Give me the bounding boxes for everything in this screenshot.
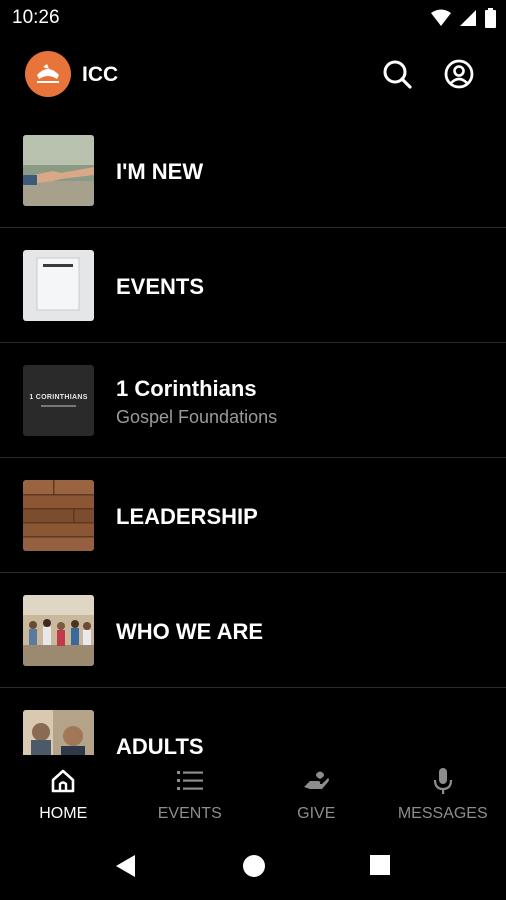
list-icon [176,771,203,790]
corinthians-thumbnail: 1 CORINTHIANS [23,365,94,436]
battery-icon [485,8,496,28]
tab-messages-label: MESSAGES [397,805,488,822]
item-subtitle: Gospel Foundations [116,407,278,427]
status-bar: 10:26 [0,0,506,36]
app-header: ICC [0,48,506,102]
item-title: LEADERSHIP [116,504,258,529]
search-icon [383,60,412,89]
system-navigation-bar [0,833,506,900]
item-title: EVENTS [116,274,205,299]
item-title: ADULTS [116,734,204,755]
church-logo[interactable] [25,51,71,97]
tab-give-label: GIVE [297,805,336,822]
item-title: 1 Corinthians [116,376,257,401]
thumbnail-banner-text: 1 CORINTHIANS [29,394,88,401]
list-item-who-we-are[interactable]: WHO WE ARE [0,573,506,688]
home-button-icon[interactable] [242,854,266,878]
signal-icon [460,10,476,26]
item-title: WHO WE ARE [116,619,264,644]
tab-home-label: HOME [39,805,88,822]
back-icon[interactable] [115,854,137,878]
logo-graphic [37,64,59,83]
adults-thumbnail [23,710,94,755]
account-button[interactable] [443,58,475,90]
list-item-im-new[interactable]: I'M NEW [0,113,506,228]
search-button[interactable] [381,58,413,90]
tab-give[interactable]: GIVE [253,755,380,833]
hand-icon [304,771,330,789]
app-title: ICC [82,63,119,86]
bottom-navigation: HOME EVENTS GIVE MESSAGES [0,755,506,833]
microphone-icon [433,768,452,794]
events-thumbnail [23,250,94,321]
group-thumbnail [23,595,94,666]
list-item-1-corinthians[interactable]: 1 CORINTHIANS 1 Corinthians Gospel Found… [0,343,506,458]
account-circle-icon [444,59,474,89]
handshake-thumbnail [23,135,94,206]
list-item-events[interactable]: EVENTS [0,228,506,343]
tab-home[interactable]: HOME [0,755,127,833]
wifi-icon [431,9,451,26]
wood-thumbnail [23,480,94,551]
tab-events-label: EVENTS [157,805,222,822]
status-time: 10:26 [12,7,60,28]
tab-messages[interactable]: MESSAGES [380,755,506,833]
list-item-leadership[interactable]: LEADERSHIP [0,458,506,573]
status-icons [431,8,496,28]
tab-events[interactable]: EVENTS [127,755,254,833]
recents-icon[interactable] [369,854,391,876]
list-item-adults[interactable]: ADULTS [0,688,506,755]
item-title: I'M NEW [116,159,204,184]
content-list: I'M NEW EVENTS 1 CORINTHIANS 1 Corinthia… [0,113,506,755]
home-icon [51,769,75,793]
